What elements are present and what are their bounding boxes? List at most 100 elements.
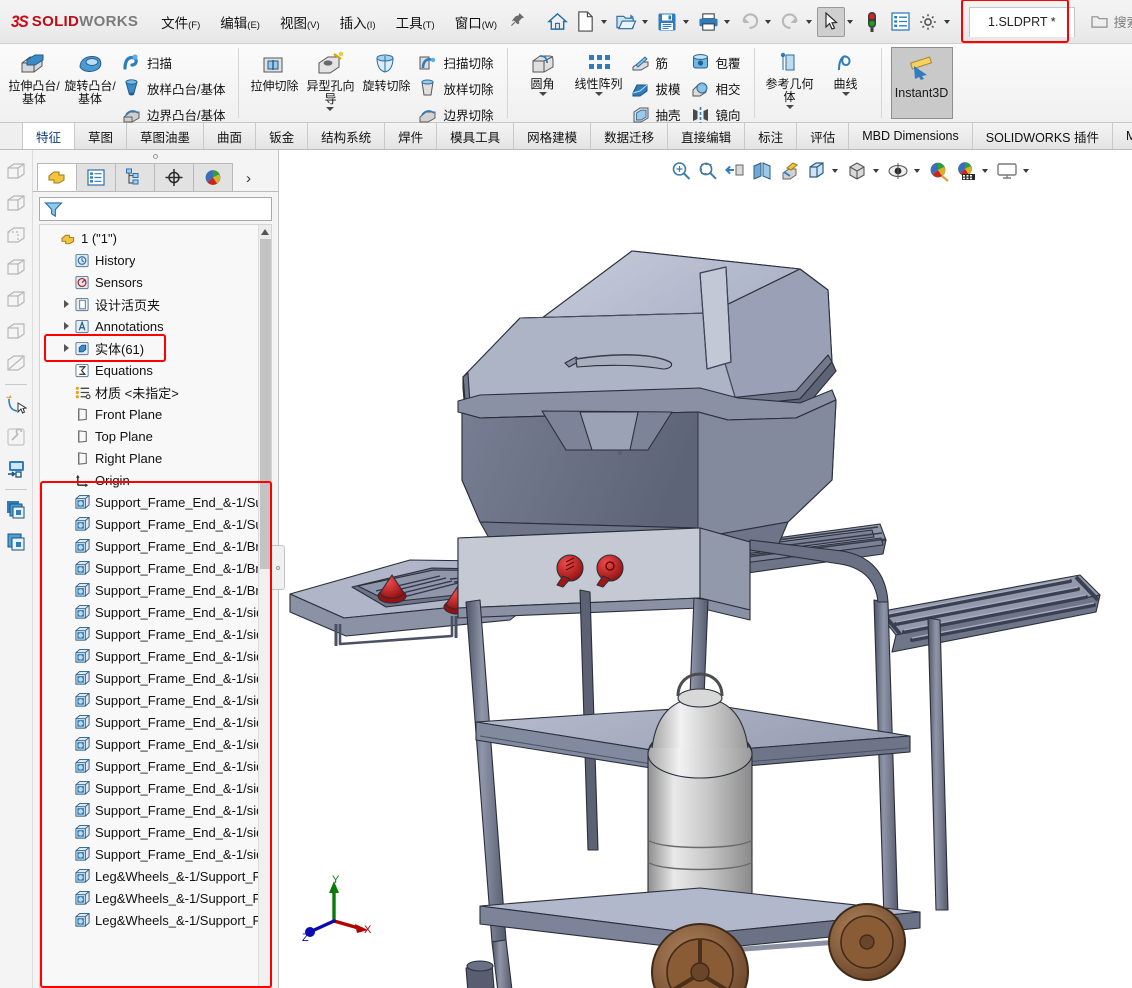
tree-item[interactable]: Support_Frame_End_&-1/side_ xyxy=(44,667,271,689)
rib-button[interactable]: 筋 xyxy=(627,49,687,75)
tab-mbd-dimensions[interactable]: MBD Dimensions xyxy=(849,123,973,149)
tab-data-migration[interactable]: 数据迁移 xyxy=(591,123,668,149)
pin-icon[interactable] xyxy=(510,12,525,31)
gas-grill-model[interactable] xyxy=(280,150,1132,988)
expand-arrow-icon[interactable] xyxy=(60,344,73,352)
reference-geometry-dropdown[interactable] xyxy=(786,105,794,109)
tree-item[interactable]: Leg&Wheels_&-1/Support_Fra xyxy=(44,887,271,909)
tree-item[interactable]: Support_Frame_End_&-1/side_ xyxy=(44,799,271,821)
tree-item[interactable]: Support_Frame_End_&-1/Supp xyxy=(44,491,271,513)
select-dropdown[interactable] xyxy=(847,20,853,24)
open-dropdown[interactable] xyxy=(642,20,648,24)
fillet-button[interactable]: 圆角 xyxy=(515,47,571,96)
display-style-icon[interactable] xyxy=(3,188,30,220)
tab-weldments[interactable]: 焊件 xyxy=(385,123,437,149)
linear-pattern-button[interactable]: 线性阵列 xyxy=(571,47,627,96)
menu-edit[interactable]: 编辑(E) xyxy=(211,7,269,37)
home-button[interactable] xyxy=(543,7,571,37)
more-tabs-chevron-icon[interactable]: › xyxy=(240,170,257,191)
tree-item[interactable]: Support_Frame_End_&-1/side_ xyxy=(44,821,271,843)
tree-item[interactable]: Leg&Wheels_&-1/Support_Fra xyxy=(44,909,271,931)
dimxpert-manager-tab[interactable] xyxy=(154,163,194,191)
tree-item[interactable]: Support_Frame_End_&-1/side_ xyxy=(44,689,271,711)
print-button[interactable] xyxy=(694,7,722,37)
save-button[interactable] xyxy=(653,7,681,37)
shaded-icon[interactable] xyxy=(3,284,30,316)
options-list-button[interactable] xyxy=(886,7,914,37)
tab-markup[interactable]: 标注 xyxy=(745,123,797,149)
tree-item[interactable]: Support_Frame_End_&-1/side_ xyxy=(44,623,271,645)
display-manager-icon[interactable] xyxy=(3,453,30,485)
tree-item[interactable]: Support_Frame_End_&-1/side_ xyxy=(44,711,271,733)
tab-sketch[interactable]: 草图 xyxy=(75,123,127,149)
view-orientation-icon[interactable] xyxy=(3,156,30,188)
rebuild-traffic-light-icon[interactable] xyxy=(858,7,886,37)
settings-dropdown[interactable] xyxy=(944,20,950,24)
menu-insert[interactable]: 插入(I) xyxy=(331,7,385,37)
sweep-button[interactable]: 扫描 xyxy=(118,49,231,75)
display-manager-tab[interactable] xyxy=(193,163,233,191)
tab-structure-system[interactable]: 结构系统 xyxy=(308,123,385,149)
tree-item[interactable]: Support_Frame_End_&-1/Supp xyxy=(44,513,271,535)
scrollbar-thumb[interactable] xyxy=(260,239,271,569)
tree-item[interactable]: Top Plane xyxy=(44,425,271,447)
section-view-icon[interactable] xyxy=(3,348,30,380)
tree-item[interactable]: Support_Frame_End_&-1/side_ xyxy=(44,601,271,623)
menu-window[interactable]: 窗口(W) xyxy=(446,7,506,37)
extrude-cut-button[interactable]: 拉伸切除 xyxy=(246,47,302,93)
tree-item[interactable]: Support_Frame_End_&-1/side_ xyxy=(44,645,271,667)
tree-item[interactable]: Support_Frame_End_&-1/Brac xyxy=(44,579,271,601)
menu-view[interactable]: 视图(V) xyxy=(271,7,329,37)
hole-wizard-button[interactable]: 异型孔向导 xyxy=(302,47,358,111)
fillet-dropdown[interactable] xyxy=(539,92,547,96)
hidden-lines-icon[interactable] xyxy=(3,220,30,252)
tab-sheet-metal[interactable]: 钣金 xyxy=(256,123,308,149)
tab-sketch-ink[interactable]: 草图油墨 xyxy=(127,123,204,149)
loft-cut-button[interactable]: 放样切除 xyxy=(414,75,499,101)
sweep-cut-button[interactable]: 扫描切除 xyxy=(414,49,499,75)
draft-button[interactable]: 拔模 xyxy=(627,75,687,101)
feature-tree-container[interactable]: 1 ("1") HistorySensors设计活页夹Annotations实体… xyxy=(39,224,272,988)
tree-item[interactable]: Front Plane xyxy=(44,403,271,425)
new-document-button[interactable] xyxy=(571,7,599,37)
tree-item[interactable]: Origin xyxy=(44,469,271,491)
graphics-viewport[interactable]: Y X Z xyxy=(280,150,1132,988)
panel-grip[interactable] xyxy=(33,150,278,162)
tab-mold-tools[interactable]: 模具工具 xyxy=(437,123,514,149)
shaded-edges-icon[interactable] xyxy=(3,316,30,348)
tree-item[interactable]: Support_Frame_End_&-1/Brac xyxy=(44,557,271,579)
configurations-icon[interactable] xyxy=(3,494,30,526)
menu-tools[interactable]: 工具(T) xyxy=(387,7,444,37)
undo-dropdown[interactable] xyxy=(765,20,771,24)
tab-evaluate[interactable]: 评估 xyxy=(797,123,849,149)
feature-manager-tab[interactable] xyxy=(37,163,77,191)
open-button[interactable] xyxy=(612,7,640,37)
tree-item[interactable]: Sensors xyxy=(44,271,271,293)
tree-item[interactable]: 设计活页夹 xyxy=(44,293,271,315)
tree-item[interactable]: Right Plane xyxy=(44,447,271,469)
property-manager-tab[interactable] xyxy=(76,163,116,191)
configurations-alt-icon[interactable] xyxy=(3,526,30,558)
undo-button[interactable] xyxy=(735,7,763,37)
tree-item[interactable]: 材质 <未指定> xyxy=(44,381,271,403)
curves-button[interactable]: 曲线 xyxy=(818,47,874,96)
tree-item[interactable]: Support_Frame_End_&-1/side_ xyxy=(44,843,271,865)
new-sketch-icon[interactable] xyxy=(3,389,30,421)
reference-geometry-button[interactable]: 参考几何体 xyxy=(762,47,818,109)
document-tab[interactable]: 1.SLDPRT * xyxy=(969,7,1075,37)
scroll-up-arrow[interactable] xyxy=(259,225,271,239)
tab-surfaces[interactable]: 曲面 xyxy=(204,123,256,149)
search-files-box[interactable]: 搜索文件 xyxy=(1091,12,1132,31)
configuration-manager-tab[interactable] xyxy=(115,163,155,191)
tree-item[interactable]: Annotations xyxy=(44,315,271,337)
intersect-button[interactable]: 相交 xyxy=(687,75,747,101)
tab-features[interactable]: 特征 xyxy=(22,123,75,149)
repair-sketch-icon[interactable] xyxy=(3,421,30,453)
linear-pattern-dropdown[interactable] xyxy=(595,92,603,96)
wireframe-icon[interactable] xyxy=(3,252,30,284)
expand-arrow-icon[interactable] xyxy=(60,322,73,330)
tree-item[interactable]: Equations xyxy=(44,359,271,381)
expand-arrow-icon[interactable] xyxy=(60,300,73,308)
tree-item[interactable]: Support_Frame_End_&-1/side_ xyxy=(44,733,271,755)
tree-item[interactable]: Support_Frame_End_&-1/side_ xyxy=(44,777,271,799)
